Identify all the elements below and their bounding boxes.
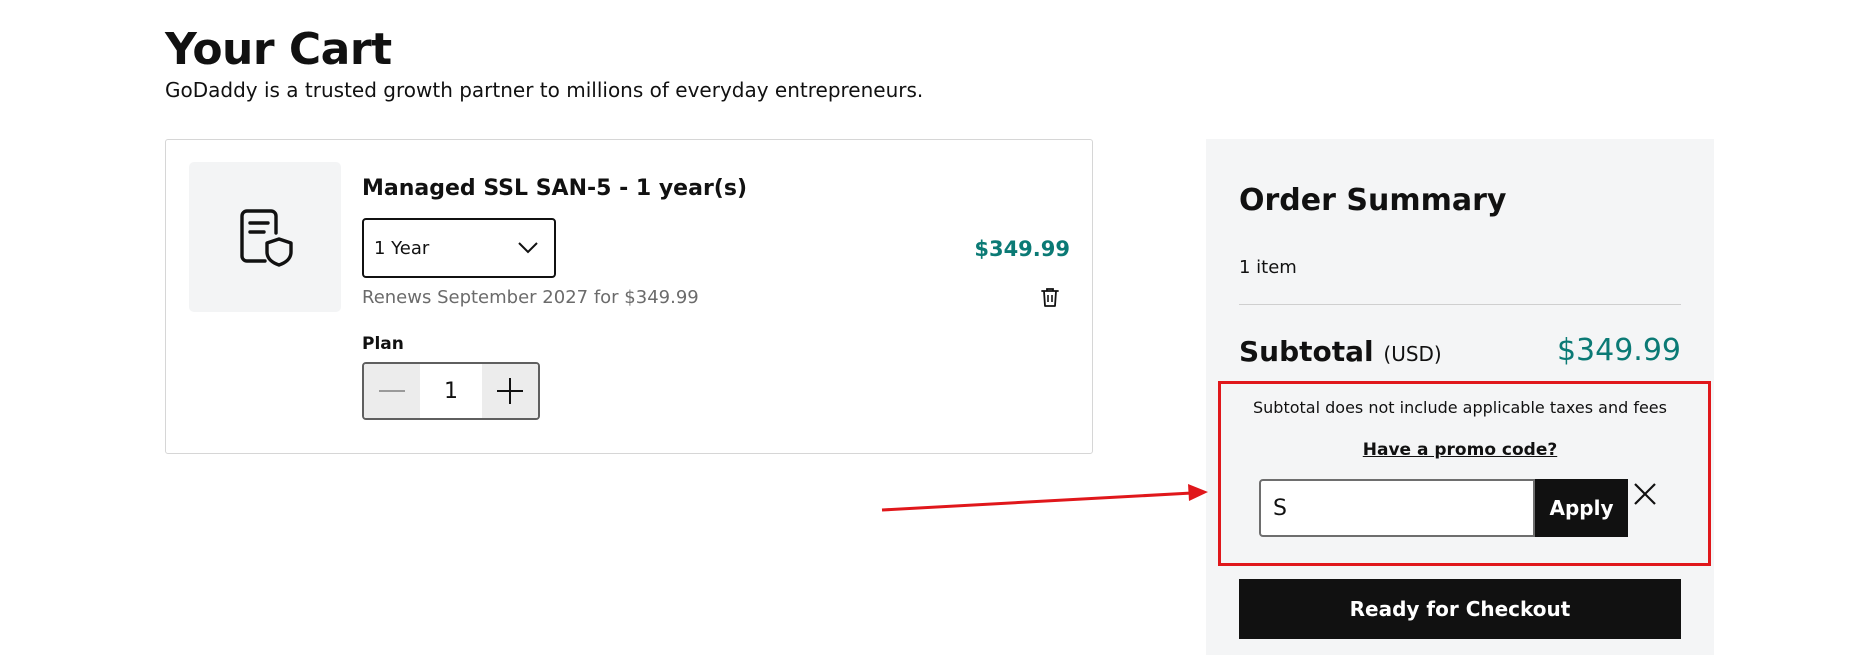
close-icon — [1634, 483, 1656, 505]
product-name: Managed SSL SAN-5 - 1 year(s) — [362, 176, 747, 201]
cart-page: Your Cart GoDaddy is a trusted growth pa… — [0, 0, 1849, 655]
summary-divider — [1239, 304, 1681, 305]
order-summary-panel: Order Summary 1 item Subtotal (USD) $349… — [1206, 139, 1714, 655]
item-count: 1 item — [1239, 257, 1297, 278]
renewal-text: Renews September 2027 for $349.99 — [362, 287, 699, 308]
chevron-down-icon — [518, 242, 538, 254]
term-select-value: 1 Year — [374, 237, 430, 259]
increase-quantity-button[interactable] — [482, 364, 538, 418]
tax-note: Subtotal does not include applicable tax… — [1253, 398, 1667, 417]
plan-label: Plan — [362, 334, 404, 354]
trash-icon — [1041, 288, 1059, 307]
page-title: Your Cart — [165, 24, 392, 75]
item-price: $349.99 — [974, 237, 1070, 261]
subtotal-label-text: Subtotal — [1239, 335, 1374, 368]
remove-item-button[interactable] — [1039, 285, 1061, 309]
close-promo-button[interactable] — [1632, 481, 1658, 507]
quantity-value[interactable]: 1 — [420, 364, 482, 418]
term-select[interactable]: 1 Year — [362, 218, 556, 278]
plus-icon — [497, 378, 523, 404]
checkout-button[interactable]: Ready for Checkout — [1239, 579, 1681, 639]
minus-icon — [379, 390, 405, 392]
page-subtitle: GoDaddy is a trusted growth partner to m… — [165, 78, 924, 102]
decrease-quantity-button[interactable] — [364, 364, 420, 418]
apply-promo-button[interactable]: Apply — [1535, 479, 1628, 537]
quantity-stepper: 1 — [362, 362, 540, 420]
subtotal-currency: (USD) — [1383, 342, 1442, 366]
product-thumbnail — [189, 162, 341, 312]
cart-item-card: Managed SSL SAN-5 - 1 year(s) 1 Year Ren… — [165, 139, 1093, 454]
subtotal-value: $349.99 — [1556, 333, 1681, 368]
subtotal-label: Subtotal (USD) — [1239, 335, 1442, 368]
promo-code-input[interactable] — [1259, 479, 1535, 537]
ssl-certificate-icon — [240, 209, 293, 267]
promo-code-link[interactable]: Have a promo code? — [1206, 440, 1714, 460]
order-summary-title: Order Summary — [1239, 183, 1507, 218]
